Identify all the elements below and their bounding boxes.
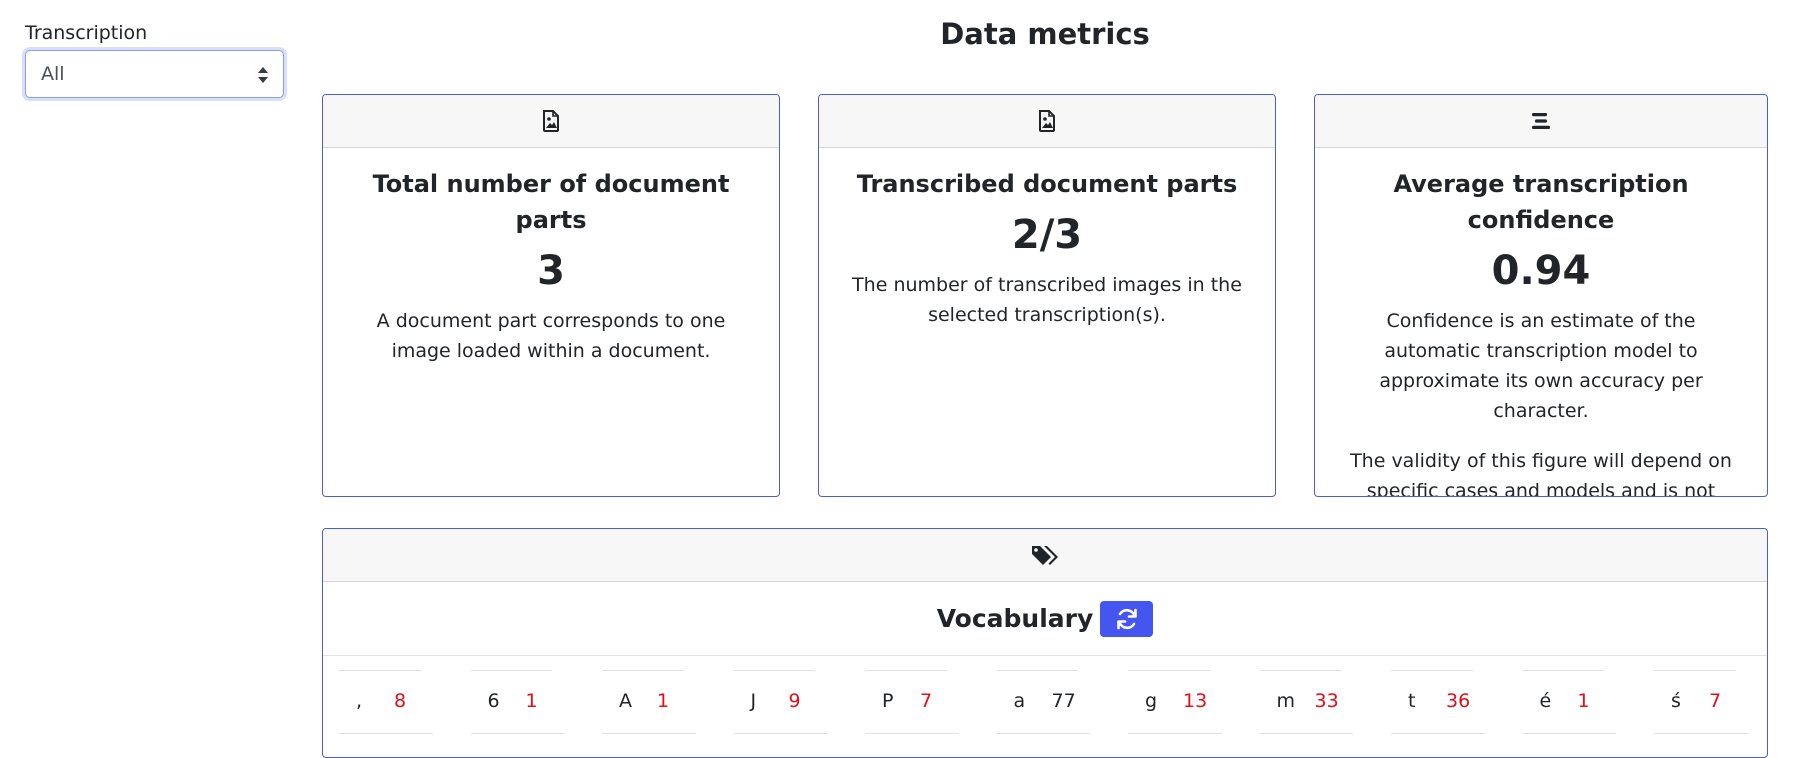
divider [865,733,959,734]
vocabulary-count: 1 [657,690,670,712]
card-title: Transcribed document parts [856,170,1238,198]
vocabulary-item: é1 [1522,670,1655,736]
divider [602,670,684,671]
vocabulary-char: g [1145,690,1158,712]
divider [1391,733,1485,734]
divider [470,733,564,734]
vocabulary-count: 13 [1183,690,1208,712]
divider [1654,670,1736,671]
vocabulary-char: m [1276,690,1296,712]
card-value: 0.94 [1491,248,1591,294]
divider [733,670,815,671]
vocabulary-count: 1 [525,690,538,712]
card-description: The number of transcribed images in the … [852,274,1242,326]
vocabulary-item: a 77 [996,670,1129,736]
divider [1128,733,1222,734]
divider [1128,670,1210,671]
vocabulary-count: 7 [1709,690,1722,712]
card-description: A document part corresponds to one image… [376,310,726,362]
refresh-vocabulary-button[interactable] [1100,600,1154,637]
card-title: Average transcription confidence [1393,170,1689,234]
select-arrows-icon [258,67,268,83]
divider [1259,733,1353,734]
refresh-icon [1116,608,1137,629]
vocabulary-count: 1 [1577,690,1590,712]
document-image-icon [543,110,559,132]
card-value: 2/3 [1011,212,1083,258]
card-transcribed-parts: Transcribed document parts 2/3 The numbe… [818,94,1276,497]
card-average-confidence: Average transcription confidence 0.94 Co… [1314,94,1768,497]
divider [1259,670,1341,671]
card-description-note: The validity of this figure will depend … [1350,450,1732,497]
card-header [819,95,1275,148]
vocabulary-item: A1 [602,670,734,736]
divider [733,733,827,734]
vocabulary-item: P7 [865,670,997,736]
card-header [323,529,1767,582]
vocabulary-char: ś [1671,690,1681,712]
divider [1522,670,1604,671]
transcription-select-value: All [41,63,65,85]
transcription-filter-label: Transcription [25,22,148,44]
transcription-filter: Transcription All [25,20,285,98]
card-value: 3 [537,248,565,294]
divider [339,670,421,671]
vocabulary-item: g 13 [1128,670,1260,736]
vocabulary-char: , [356,690,363,712]
card-total-parts: Total number of document parts 3 A docum… [322,94,780,497]
divider [602,733,696,734]
vocabulary-item: J9 [733,670,866,736]
transcription-select[interactable]: All [25,50,284,98]
divider [1391,670,1473,671]
vocabulary-count: 9 [788,690,801,712]
tags-icon [1032,546,1058,565]
vocabulary-char: P [882,690,894,712]
divider [996,670,1078,671]
card-header [323,95,779,148]
vocabulary-count: 7 [920,690,933,712]
vocabulary-char: a [1013,690,1026,712]
vocabulary-card: Vocabulary , 8 6 1 A 1 J 9 P 7 a 77 g 13 m 33 t 36 é 1 ś 7 [322,528,1768,758]
vocabulary-char: 6 [487,690,500,712]
page-title: Data metrics [940,17,1150,51]
vocabulary-count: 8 [394,690,407,712]
vocabulary-count: 77 [1051,690,1076,712]
vocabulary-list: , 8 6 1 A 1 J 9 P 7 a 77 g 13 m 33 t 36 é 1 ś 7 [323,656,1767,736]
vocabulary-count: 33 [1314,690,1339,712]
divider [339,733,433,734]
divider [996,733,1090,734]
vocabulary-char: t [1408,690,1416,712]
divider [865,670,947,671]
vocabulary-item: ś7 [1654,670,1767,736]
align-lines-icon [1532,113,1550,129]
document-image-icon [1039,110,1055,132]
vocabulary-char: A [619,690,632,712]
vocabulary-item: m 33 [1259,670,1392,736]
vocabulary-item: 61 [470,670,603,736]
divider [1654,733,1748,734]
card-description: Confidence is an estimate of the automat… [1379,310,1703,422]
divider [1522,733,1616,734]
card-title: Total number of document parts [372,170,730,234]
vocabulary-title-row: Vocabulary [323,582,1767,656]
vocabulary-count: 36 [1446,690,1471,712]
vocabulary-char: J [750,690,757,712]
vocabulary-title: Vocabulary [936,604,1094,633]
vocabulary-item: ,8 [339,670,471,736]
vocabulary-char: é [1539,690,1552,712]
divider [470,670,552,671]
card-header [1315,95,1767,148]
vocabulary-item: t 36 [1391,670,1523,736]
